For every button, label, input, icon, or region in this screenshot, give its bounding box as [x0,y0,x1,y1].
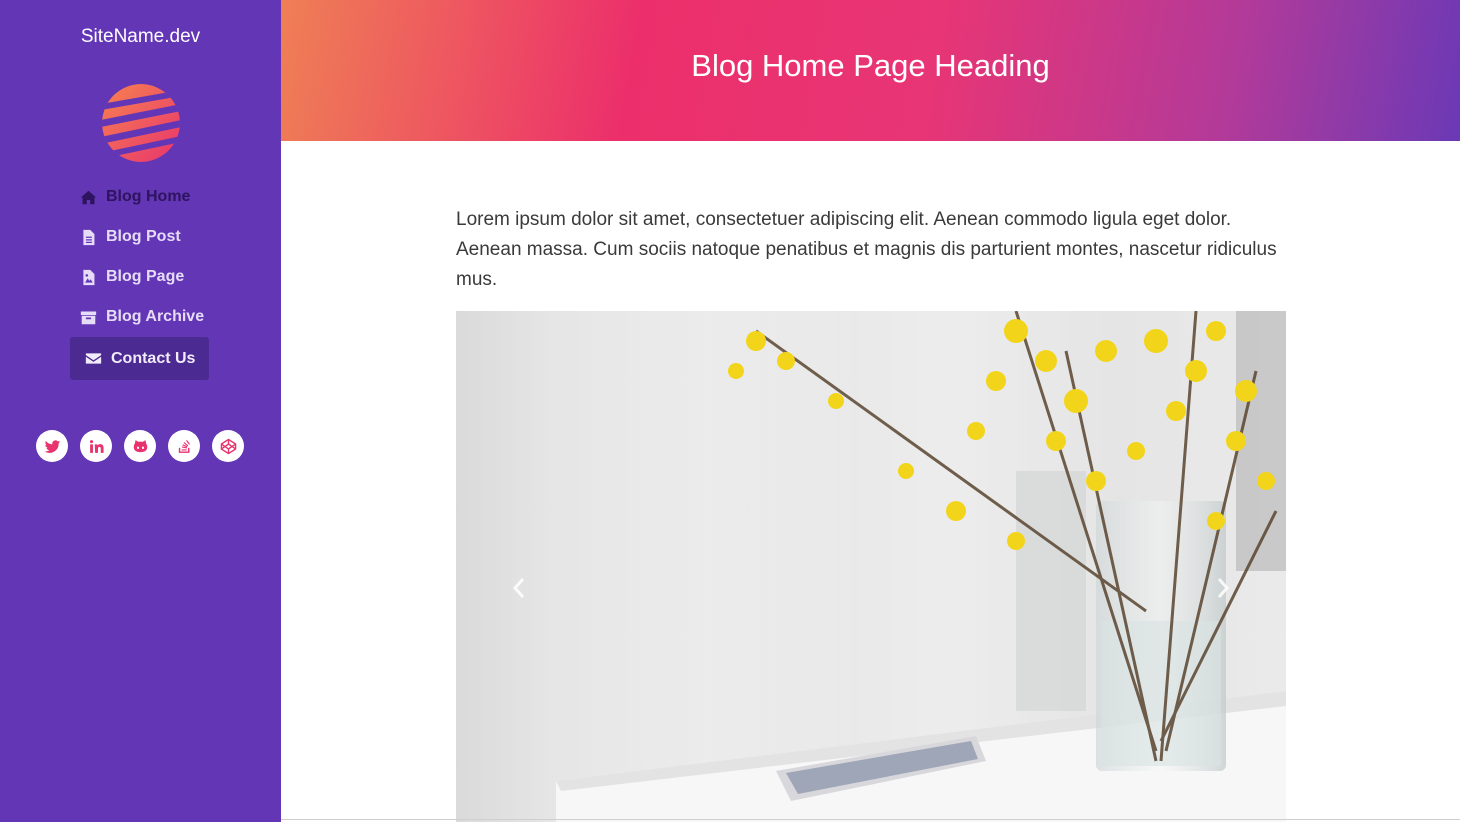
linkedin-icon [89,439,104,453]
page-divider [281,819,1460,820]
twitter-icon [44,439,60,453]
sidebar-item-blog-page[interactable]: Blog Page [80,268,184,286]
sidebar-item-blog-archive[interactable]: Blog Archive [80,308,204,326]
sidebar-item-label: Blog Home [106,188,191,205]
github-link[interactable] [124,430,156,462]
file-image-icon [83,269,95,285]
envelope-icon [85,353,102,364]
site-name[interactable]: SiteName.dev [0,26,281,48]
sidebar-item-blog-home[interactable]: Blog Home [80,188,190,206]
linkedin-link[interactable] [80,430,112,462]
stack-overflow-link[interactable] [168,430,200,462]
image-carousel[interactable] [456,311,1286,822]
sidebar-item-contact-us[interactable]: Contact Us [70,337,210,380]
sidebar-item-label: Blog Archive [106,308,205,325]
chevron-left-icon [512,578,525,598]
intro-paragraph: Lorem ipsum dolor sit amet, consectetuer… [456,209,1277,290]
file-text-icon [83,229,95,245]
sidebar-item-label: Blog Page [106,268,185,285]
archive-icon [80,311,97,324]
social-links [36,430,244,462]
flowers-vase-photo [456,311,1286,822]
logo-icon[interactable] [101,83,181,163]
sidebar-item-blog-post[interactable]: Blog Post [80,228,181,246]
home-icon [80,190,97,204]
carousel-prev-button[interactable] [504,573,534,603]
twitter-link[interactable] [36,430,68,462]
stack-overflow-icon [178,439,190,453]
page-title: Blog Home Page Heading [691,48,1050,83]
sidebar: SiteName.dev Blog Home Blog Post Blog Pa… [0,0,281,822]
github-icon [133,439,147,452]
carousel-next-button[interactable] [1208,573,1238,603]
codepen-icon [220,438,236,454]
sidebar-item-label: Blog Post [106,228,181,245]
codepen-link[interactable] [212,430,244,462]
chevron-right-icon [1217,578,1230,598]
sidebar-item-label: Contact Us [111,349,196,367]
page-header: Blog Home Page Heading [281,0,1460,141]
